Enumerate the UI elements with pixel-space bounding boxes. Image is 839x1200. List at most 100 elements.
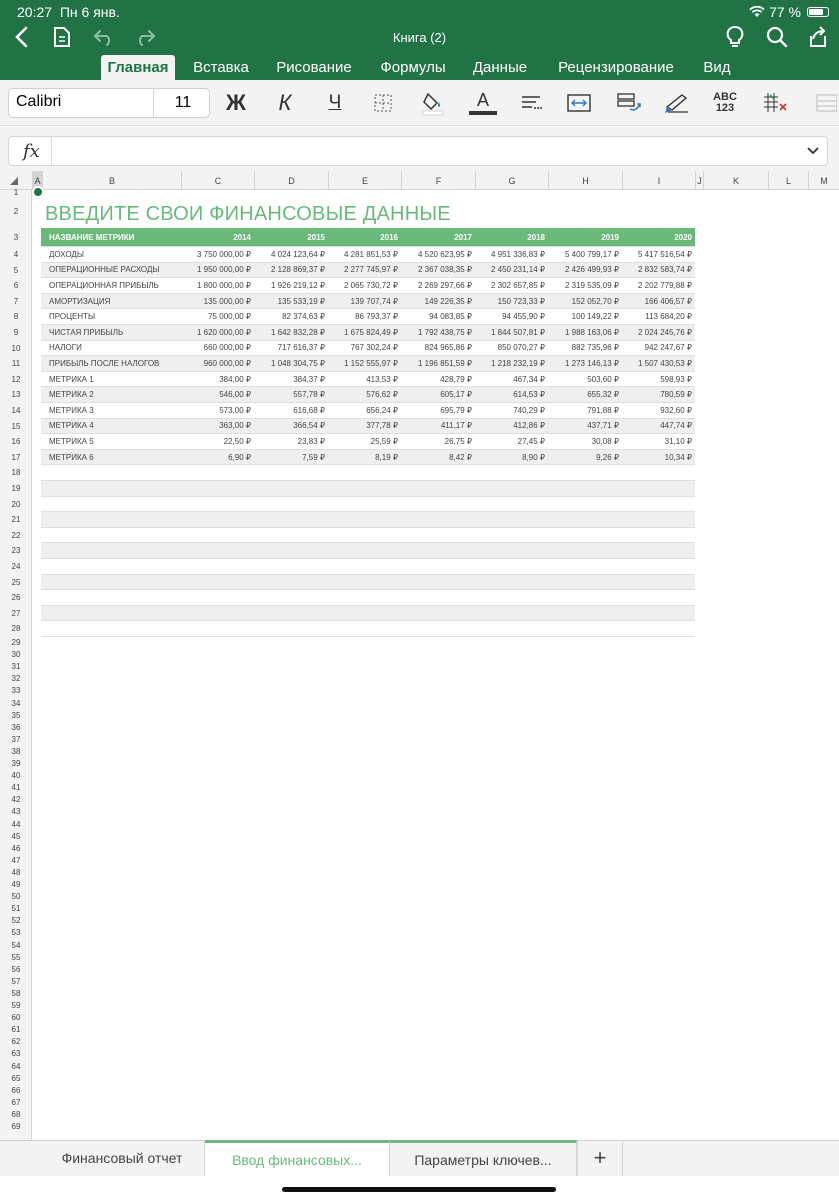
format-cells-button[interactable] (612, 88, 646, 118)
row-header[interactable]: 31 (0, 661, 32, 673)
value-cell[interactable]: 2017 (401, 228, 472, 246)
value-cell[interactable]: 2019 (548, 228, 619, 246)
value-cell[interactable]: 412,86 ₽ (475, 419, 545, 434)
row-header[interactable]: 12 (0, 372, 32, 388)
column-header[interactable]: D (254, 171, 328, 190)
row-header[interactable]: 60 (0, 1012, 32, 1024)
row-header[interactable]: 6 (0, 278, 32, 294)
value-cell[interactable]: 3 750 000,00 ₽ (181, 247, 251, 262)
value-cell[interactable]: 377,78 ₽ (328, 419, 398, 434)
value-cell[interactable]: 166 406,57 ₽ (622, 294, 692, 309)
chevron-down-icon[interactable] (805, 143, 821, 159)
row-header[interactable]: 49 (0, 879, 32, 891)
row-header[interactable]: 10 (0, 341, 32, 357)
row-header[interactable]: 43 (0, 806, 32, 818)
value-cell[interactable]: 2 277 745,97 ₽ (328, 263, 398, 278)
row-header[interactable]: 67 (0, 1097, 32, 1109)
value-cell[interactable]: 100 149,22 ₽ (548, 309, 619, 324)
row-header[interactable]: 4 (0, 247, 32, 263)
tab-view[interactable]: Вид (696, 55, 738, 80)
value-cell[interactable]: 598,93 ₽ (622, 372, 692, 387)
value-cell[interactable]: 25,59 ₽ (328, 434, 398, 449)
row-header[interactable]: 26 (0, 590, 32, 606)
value-cell[interactable]: 942 247,67 ₽ (622, 341, 692, 356)
value-cell[interactable]: 1 196 851,59 ₽ (401, 356, 472, 371)
row-header[interactable]: 19 (0, 481, 32, 497)
row-header[interactable]: 17 (0, 450, 32, 466)
metric-name-cell[interactable]: МЕТРИКА 3 (49, 403, 181, 418)
row-header[interactable]: 65 (0, 1073, 32, 1085)
value-cell[interactable]: 1 988 163,06 ₽ (548, 325, 619, 340)
value-cell[interactable]: 960 000,00 ₽ (181, 356, 251, 371)
value-cell[interactable]: 1 273 146,13 ₽ (548, 356, 619, 371)
format-painter-button[interactable] (660, 88, 694, 118)
tab-review[interactable]: Рецензирование (550, 55, 682, 80)
metric-name-cell[interactable]: НАЛОГИ (49, 341, 181, 356)
value-cell[interactable]: 363,00 ₽ (181, 419, 251, 434)
spelling-button[interactable]: ABC 123 (708, 88, 742, 118)
value-cell[interactable]: 791,88 ₽ (548, 403, 619, 418)
value-cell[interactable]: 717 616,37 ₽ (254, 341, 325, 356)
selection-handle[interactable] (32, 186, 44, 198)
value-cell[interactable]: 1 218 232,19 ₽ (475, 356, 545, 371)
value-cell[interactable]: 1 792 438,75 ₽ (401, 325, 472, 340)
value-cell[interactable]: 614,53 ₽ (475, 387, 545, 402)
value-cell[interactable]: 94 083,85 ₽ (401, 309, 472, 324)
sheet-tab-key-parameters[interactable]: Параметры ключев... (390, 1140, 577, 1176)
value-cell[interactable]: 428,79 ₽ (401, 372, 472, 387)
row-header[interactable]: 15 (0, 419, 32, 435)
row-header[interactable]: 69 (0, 1121, 32, 1133)
row-header[interactable]: 40 (0, 770, 32, 782)
fill-color-button[interactable] (416, 88, 450, 118)
row-header[interactable]: 27 (0, 606, 32, 622)
metric-name-cell[interactable]: АМОРТИЗАЦИЯ (49, 294, 181, 309)
row-header[interactable]: 64 (0, 1061, 32, 1073)
metric-name-cell[interactable]: ДОХОДЫ (49, 247, 181, 262)
row-header[interactable]: 11 (0, 356, 32, 372)
sheet-tab-financial-report[interactable]: Финансовый отчет (40, 1140, 205, 1176)
value-cell[interactable]: 2 065 730,72 ₽ (328, 278, 398, 293)
value-cell[interactable]: 30,08 ₽ (548, 434, 619, 449)
value-cell[interactable]: 616,68 ₽ (254, 403, 325, 418)
value-cell[interactable]: 1 675 824,49 ₽ (328, 325, 398, 340)
value-cell[interactable]: 695,79 ₽ (401, 403, 472, 418)
row-header[interactable]: 38 (0, 746, 32, 758)
row-header[interactable]: 25 (0, 575, 32, 591)
value-cell[interactable]: 1 620 000,00 ₽ (181, 325, 251, 340)
column-header[interactable]: M (808, 171, 839, 190)
value-cell[interactable]: 447,74 ₽ (622, 419, 692, 434)
row-header[interactable]: 18 (0, 465, 32, 481)
row-header[interactable]: 8 (0, 309, 32, 325)
column-header[interactable]: K (703, 171, 768, 190)
value-cell[interactable]: 22,50 ₽ (181, 434, 251, 449)
metric-name-cell[interactable]: МЕТРИКА 6 (49, 450, 181, 465)
row-header[interactable]: 13 (0, 387, 32, 403)
row-header[interactable]: 20 (0, 497, 32, 513)
row-header[interactable]: 36 (0, 722, 32, 734)
value-cell[interactable]: 2 302 657,85 ₽ (475, 278, 545, 293)
value-cell[interactable]: 413,53 ₽ (328, 372, 398, 387)
value-cell[interactable]: 9,26 ₽ (548, 450, 619, 465)
formula-input-box[interactable]: fx (8, 136, 828, 166)
value-cell[interactable]: 4 520 623,95 ₽ (401, 247, 472, 262)
value-cell[interactable]: 503,60 ₽ (548, 372, 619, 387)
value-cell[interactable]: 546,00 ₽ (181, 387, 251, 402)
row-header[interactable]: 22 (0, 528, 32, 544)
value-cell[interactable]: 8,42 ₽ (401, 450, 472, 465)
value-cell[interactable]: 4 281 851,53 ₽ (328, 247, 398, 262)
value-cell[interactable]: 1 926 219,12 ₽ (254, 278, 325, 293)
value-cell[interactable]: 1 800 000,00 ₽ (181, 278, 251, 293)
value-cell[interactable]: 5 417 516,54 ₽ (622, 247, 692, 262)
value-cell[interactable]: 660 000,00 ₽ (181, 341, 251, 356)
value-cell[interactable]: 932,60 ₽ (622, 403, 692, 418)
metric-name-cell[interactable]: МЕТРИКА 1 (49, 372, 181, 387)
row-header[interactable]: 52 (0, 915, 32, 927)
row-header[interactable]: 51 (0, 903, 32, 915)
row-header[interactable]: 47 (0, 855, 32, 867)
underline-button[interactable]: Ч (318, 88, 352, 118)
tab-draw[interactable]: Рисование (268, 55, 360, 80)
row-header[interactable]: 50 (0, 891, 32, 903)
row-header[interactable]: 56 (0, 964, 32, 976)
value-cell[interactable]: 8,90 ₽ (475, 450, 545, 465)
font-size-input[interactable]: 11 (155, 94, 211, 112)
